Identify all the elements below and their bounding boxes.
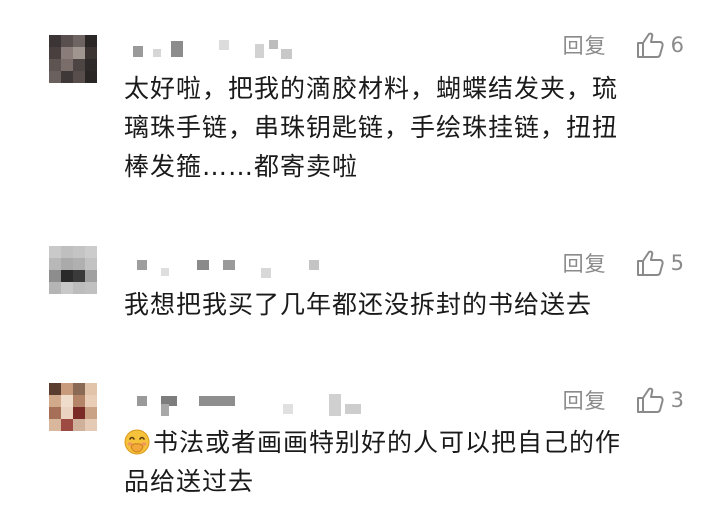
comment-text-line: 太好啦，把我的滴胶材料，蝴蝶结发夹，琉 (124, 74, 619, 103)
like-button[interactable]: 3 (635, 385, 684, 415)
avatar-pixel (49, 47, 61, 59)
username-blurred[interactable] (131, 390, 371, 416)
avatar-pixel (73, 258, 85, 270)
avatar-pixel (73, 419, 85, 431)
face-with-hand-over-mouth-emoji (124, 429, 150, 455)
comment-text-line: 我想把我买了几年都还没拆封的书给送去 (124, 290, 593, 319)
avatar-pixel (73, 246, 85, 258)
avatar-pixel (49, 407, 61, 419)
avatar-pixel (85, 47, 97, 59)
avatar-pixel (61, 282, 73, 294)
like-button[interactable]: 6 (635, 30, 684, 60)
avatar-pixel (49, 59, 61, 71)
avatar-pixel (73, 71, 85, 83)
username-blurred[interactable] (131, 40, 371, 60)
avatar-pixel (49, 258, 61, 270)
avatar-pixel (61, 407, 73, 419)
comment-text: 我想把我买了几年都还没拆封的书给送去 (124, 285, 684, 324)
avatar-pixel (49, 282, 61, 294)
like-count: 3 (670, 388, 684, 412)
comment-text-segment: 书法或者画画特别好的人可以把自己的作 (153, 428, 622, 457)
thumbs-up-icon (636, 387, 664, 413)
avatar-pixel (85, 246, 97, 258)
avatar-pixel (61, 258, 73, 270)
comment-text-line: 璃珠手链，串珠钥匙链，手绘珠挂链，扭扭 (124, 113, 619, 142)
like-count: 5 (670, 251, 684, 275)
avatar-pixel (61, 71, 73, 83)
avatar-pixel (85, 282, 97, 294)
avatar-pixel (49, 270, 61, 282)
avatar-pixel (73, 407, 85, 419)
username-blurred[interactable] (131, 254, 371, 278)
reply-button[interactable]: 回复 (563, 248, 607, 278)
avatar[interactable] (49, 383, 97, 431)
avatar-pixel (85, 258, 97, 270)
reply-button[interactable]: 回复 (563, 30, 607, 60)
avatar-pixel (49, 395, 61, 407)
avatar-pixel (85, 407, 97, 419)
like-button[interactable]: 5 (635, 248, 684, 278)
avatar-pixel (61, 270, 73, 282)
comment-actions: 回复 6 (563, 30, 684, 60)
avatar-pixel (85, 383, 97, 395)
avatar-pixel (49, 246, 61, 258)
comment-actions: 回复 3 (563, 385, 684, 415)
avatar-pixel (73, 383, 85, 395)
avatar-pixel (61, 47, 73, 59)
avatar-pixel (85, 270, 97, 282)
avatar[interactable] (49, 35, 97, 83)
thumbs-up-icon (636, 250, 664, 276)
avatar-pixel (49, 383, 61, 395)
comment-text: 书法或者画画特别好的人可以把自己的作 品给送过去 (124, 423, 684, 501)
avatar-pixel (61, 35, 73, 47)
comment-text-line: 书法或者画画特别好的人可以把自己的作 (124, 423, 684, 462)
avatar-pixel (73, 59, 85, 71)
avatar-pixel (85, 59, 97, 71)
avatar-pixel (61, 383, 73, 395)
avatar-pixel (61, 395, 73, 407)
avatar-pixel (85, 35, 97, 47)
thumbs-up-icon (636, 32, 664, 58)
avatar-pixel (85, 419, 97, 431)
avatar-pixel (49, 71, 61, 83)
avatar[interactable] (49, 246, 97, 294)
like-count: 6 (670, 33, 684, 57)
avatar-pixel (49, 35, 61, 47)
comment-text-line: 棒发箍……都寄卖啦 (124, 152, 359, 181)
comment-actions: 回复 5 (563, 248, 684, 278)
avatar-pixel (61, 419, 73, 431)
avatar-pixel (61, 246, 73, 258)
avatar-pixel (85, 395, 97, 407)
avatar-pixel (73, 47, 85, 59)
reply-button[interactable]: 回复 (563, 385, 607, 415)
avatar-pixel (73, 282, 85, 294)
avatar-pixel (73, 35, 85, 47)
avatar-pixel (49, 419, 61, 431)
avatar-pixel (61, 59, 73, 71)
comment-text-line: 品给送过去 (124, 467, 255, 496)
avatar-pixel (73, 270, 85, 282)
avatar-pixel (85, 71, 97, 83)
comment-text: 太好啦，把我的滴胶材料，蝴蝶结发夹，琉 璃珠手链，串珠钥匙链，手绘珠挂链，扭扭 … (124, 69, 684, 186)
avatar-pixel (73, 395, 85, 407)
